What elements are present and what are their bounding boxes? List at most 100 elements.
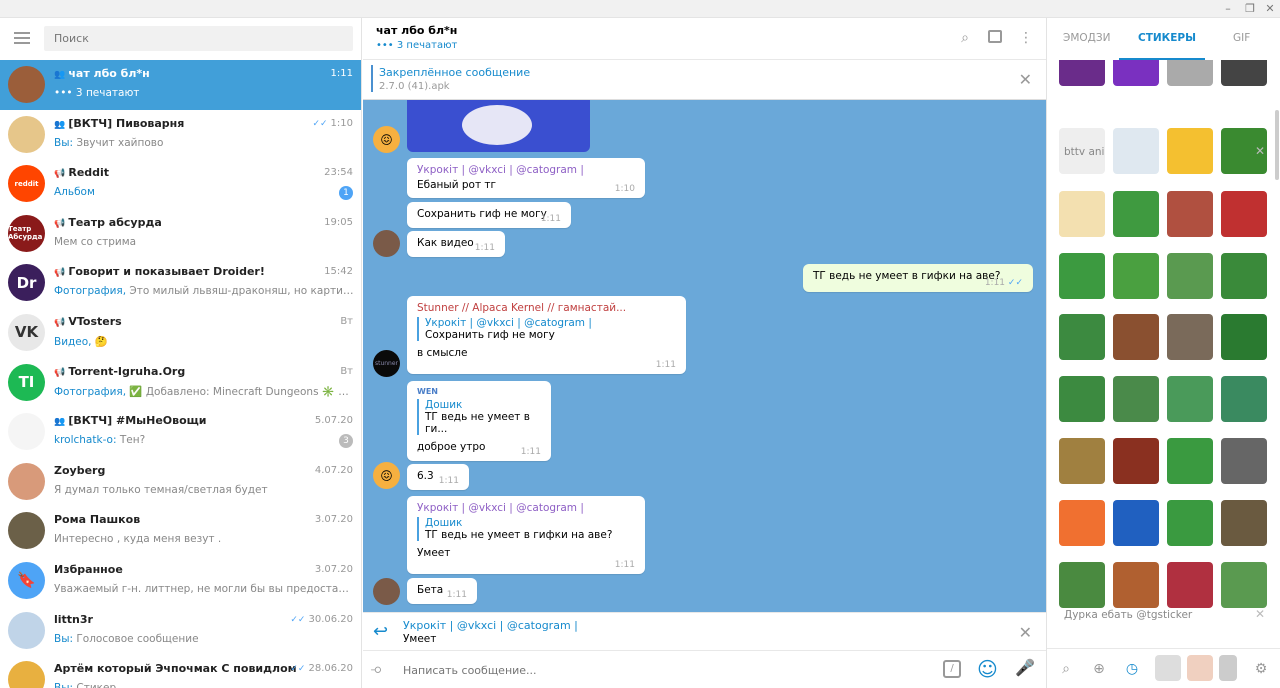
sticker[interactable] bbox=[1059, 562, 1105, 608]
sticker[interactable] bbox=[1113, 191, 1159, 237]
maximize-icon[interactable]: ❐ bbox=[1242, 1, 1258, 17]
sticker[interactable] bbox=[1221, 314, 1267, 360]
sticker[interactable] bbox=[1059, 253, 1105, 299]
message-bubble[interactable]: Укрокіт | @vkxci | @catogram | Ебаный ро… bbox=[407, 158, 645, 198]
message-bubble[interactable]: WEN Дошик ТГ ведь не умеет в ги... добро… bbox=[407, 381, 551, 461]
sticker[interactable] bbox=[1167, 253, 1213, 299]
sticker[interactable] bbox=[1167, 128, 1213, 174]
sticker[interactable] bbox=[1113, 314, 1159, 360]
sticker[interactable] bbox=[1113, 128, 1159, 174]
emoji-icon[interactable]: ☺ bbox=[977, 657, 998, 681]
sticker[interactable] bbox=[1221, 60, 1267, 86]
recent-icon[interactable]: ◷ bbox=[1123, 660, 1141, 678]
sticker[interactable] bbox=[1059, 376, 1105, 422]
chat-list-item[interactable]: Zoyberg 4.07.20 Я думал только темная/свет… bbox=[0, 457, 361, 507]
avatar[interactable] bbox=[373, 578, 400, 605]
close-icon[interactable]: ✕ bbox=[1019, 623, 1032, 642]
chat-list-item[interactable]: Артём который Эчпочмак С повидлом ✓✓ 28.06… bbox=[0, 655, 361, 688]
close-icon[interactable]: ✕ bbox=[1262, 1, 1278, 17]
chat-list-item[interactable]: littn3r ✓✓ 30.06.20 Вы: Голосовое сообщение bbox=[0, 606, 361, 656]
chat-title[interactable]: чат лбо бл*н bbox=[376, 24, 457, 37]
chat-list-item[interactable]: 👥 [ВКТЧ] Пивоварня ✓✓ 1:10 Вы: Звучит хайпо… bbox=[0, 110, 361, 160]
sticker[interactable] bbox=[1167, 438, 1213, 484]
message-bubble[interactable]: Stunner // Alpaca Kernel // гамнастай...… bbox=[407, 296, 686, 374]
reply-quote[interactable]: Укрокіт | @vkxci | @catogram | Сохранить… bbox=[417, 317, 676, 341]
message-author[interactable]: Укрокіт | @vkxci | @catogram | bbox=[417, 164, 635, 176]
message-bubble-outgoing[interactable]: ТГ ведь не умеет в гифки на аве? 1:11 ✓✓ bbox=[803, 264, 1033, 292]
sticker[interactable] bbox=[1167, 562, 1213, 608]
search-icon[interactable]: ⌕ bbox=[957, 30, 973, 46]
chat-list-item[interactable]: 🔖 Избранное 3.07.20 Уважаемый г-н. литтнер,… bbox=[0, 556, 361, 606]
close-icon[interactable]: ✕ bbox=[1255, 144, 1265, 158]
chat-list-item[interactable]: Театр Абсурда 📢 Театр абсурда 19:05 Мем со … bbox=[0, 209, 361, 259]
attach-icon[interactable]: ⌕ bbox=[367, 659, 389, 681]
chat-list-item[interactable]: Рома Пашков 3.07.20 Интересно , куда меня … bbox=[0, 506, 361, 556]
sticker[interactable] bbox=[1113, 376, 1159, 422]
message-bubble[interactable]: Сохранить гиф не могу 1:11 bbox=[407, 202, 571, 228]
search-input[interactable] bbox=[44, 26, 353, 51]
message-input[interactable] bbox=[403, 659, 943, 681]
sticker[interactable] bbox=[1167, 314, 1213, 360]
close-icon[interactable]: ✕ bbox=[1019, 70, 1032, 89]
message-bubble[interactable]: Укрокіт | @vkxci | @catogram | Дошик ТГ … bbox=[407, 496, 645, 574]
tab-stickers[interactable]: СТИКЕРЫ bbox=[1138, 32, 1196, 44]
message-author[interactable]: Stunner // Alpaca Kernel // гамнастай... bbox=[417, 302, 676, 314]
sticker[interactable] bbox=[1113, 438, 1159, 484]
reply-quote[interactable]: Дошик ТГ ведь не умеет в гифки на аве? bbox=[417, 517, 635, 541]
add-icon[interactable]: ⊕ bbox=[1090, 660, 1108, 678]
search-icon[interactable]: ⌕ bbox=[1057, 660, 1075, 678]
sticker[interactable] bbox=[1221, 438, 1267, 484]
message-author[interactable]: Укрокіт | @vkxci | @catogram | bbox=[417, 502, 635, 514]
sticker[interactable] bbox=[1059, 60, 1105, 86]
sticker[interactable] bbox=[1113, 562, 1159, 608]
sticker[interactable] bbox=[1113, 253, 1159, 299]
sticker[interactable] bbox=[1059, 191, 1105, 237]
pinned-message[interactable]: Закреплённое сообщение 2.7.0 (41).apk ✕ bbox=[363, 60, 1046, 100]
sticker-author-logo: WEN bbox=[417, 387, 438, 396]
gif-message[interactable] bbox=[407, 100, 590, 152]
microphone-icon[interactable]: 🎤 bbox=[1015, 658, 1035, 677]
chat-list-item[interactable]: Dr 📢 Говорит и показывает Droider! 15:42 Фо… bbox=[0, 258, 361, 308]
chat-list-item[interactable]: 👥 [ВКТЧ] #МыНеОвощи 5.07.20 krolchatk-o: Т… bbox=[0, 407, 361, 457]
chat-preview-text: Тен? bbox=[119, 434, 146, 447]
sticker[interactable] bbox=[1221, 500, 1267, 546]
scrollbar[interactable] bbox=[1275, 110, 1279, 180]
sticker[interactable] bbox=[1221, 562, 1267, 608]
sticker[interactable] bbox=[1221, 253, 1267, 299]
sticker[interactable] bbox=[1059, 438, 1105, 484]
tab-gif[interactable]: GIF bbox=[1233, 32, 1250, 44]
sticker[interactable] bbox=[1167, 500, 1213, 546]
gear-icon[interactable]: ⚙ bbox=[1252, 660, 1270, 678]
chat-list-item[interactable]: VK 📢 VTosters Вт Видео, 🤔 bbox=[0, 308, 361, 358]
avatar[interactable] bbox=[373, 230, 400, 257]
message-bubble[interactable]: Бета 1:11 bbox=[407, 578, 477, 604]
menu-icon[interactable] bbox=[14, 32, 30, 44]
message-bubble[interactable]: Как видео 1:11 bbox=[407, 231, 505, 257]
message-bubble[interactable]: 6.3 1:11 bbox=[407, 464, 469, 490]
chat-list-item[interactable]: reddit 📢 Reddit 23:54 Альбом 1 bbox=[0, 159, 361, 209]
tab-emoji[interactable]: ЭМОДЗИ bbox=[1063, 32, 1110, 44]
minimize-icon[interactable]: – bbox=[1220, 1, 1236, 17]
sticker-set-icon[interactable] bbox=[1187, 655, 1213, 681]
avatar[interactable]: 😖 bbox=[373, 126, 400, 153]
sidebar-toggle-icon[interactable] bbox=[988, 30, 1002, 43]
more-icon[interactable]: ⋮ bbox=[1018, 30, 1034, 46]
sticker-set-icon[interactable] bbox=[1219, 655, 1237, 681]
sticker-set-icon[interactable] bbox=[1155, 655, 1181, 681]
sticker[interactable] bbox=[1167, 191, 1213, 237]
sticker[interactable] bbox=[1221, 376, 1267, 422]
avatar[interactable]: 😖 bbox=[373, 462, 400, 489]
reply-quote[interactable]: Дошик ТГ ведь не умеет в ги... bbox=[417, 399, 541, 435]
chat-list-item[interactable]: TI 📢 Torrent-Igruha.Org Вт Фотография, ✅ До… bbox=[0, 358, 361, 408]
sticker[interactable] bbox=[1167, 60, 1213, 86]
close-icon[interactable]: ✕ bbox=[1255, 607, 1265, 621]
sticker[interactable] bbox=[1113, 500, 1159, 546]
command-icon[interactable]: / bbox=[943, 660, 961, 678]
sticker[interactable] bbox=[1167, 376, 1213, 422]
sticker[interactable] bbox=[1113, 60, 1159, 86]
sticker[interactable] bbox=[1221, 191, 1267, 237]
sticker[interactable] bbox=[1059, 500, 1105, 546]
avatar[interactable]: stunner bbox=[373, 350, 400, 377]
sticker[interactable] bbox=[1059, 314, 1105, 360]
chat-list-item[interactable]: 👥 чат лбо бл*н 1:11 ••• 3 печатают bbox=[0, 60, 361, 110]
